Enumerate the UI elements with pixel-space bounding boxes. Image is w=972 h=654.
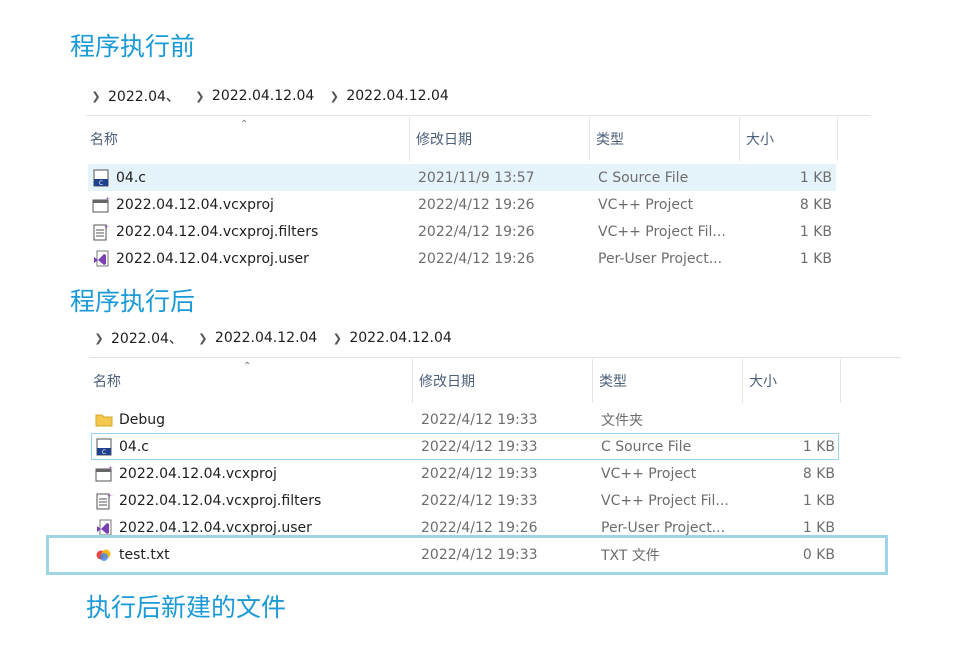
vcxproj-file-icon: ++: [92, 196, 115, 214]
file-size: 8 KB: [799, 196, 832, 213]
file-name: Debug: [119, 411, 166, 428]
column-date[interactable]: 修改日期: [410, 117, 590, 161]
visual-studio-user-file-icon: [92, 250, 110, 268]
svg-text:C: C: [99, 180, 103, 187]
breadcrumb-segment[interactable]: 2022.04.12.04: [212, 88, 314, 104]
filters-file-icon: ++: [95, 492, 117, 510]
file-type: VC++ Project Fil...: [598, 223, 726, 240]
chevron-right-icon[interactable]: ❯: [326, 90, 342, 103]
folder-icon: [95, 411, 113, 429]
divider: [86, 115, 870, 116]
svg-text:C: C: [102, 449, 106, 456]
file-date: 2021/11/9 13:57: [418, 169, 535, 186]
after-breadcrumb: ❯ 2022.04、 ❯ 2022.04.12.04 ❯ 2022.04.12.…: [91, 327, 464, 349]
file-row[interactable]: ++ 2022.04.12.04.vcxproj.filters 2022/4/12…: [91, 487, 839, 514]
column-type[interactable]: 类型: [590, 117, 740, 161]
column-date[interactable]: 修改日期: [413, 359, 593, 403]
file-type: VC++ Project: [601, 465, 697, 482]
chevron-right-icon[interactable]: ❯: [91, 332, 107, 345]
filters-file-icon: ++: [92, 223, 114, 241]
after-heading: 程序执行后: [70, 287, 196, 316]
file-name: 04.c: [119, 438, 149, 455]
file-type: VC++ Project Fil...: [601, 492, 729, 509]
visual-studio-user-file-icon: [95, 519, 113, 537]
before-heading: 程序执行前: [70, 32, 196, 61]
svg-text:++: ++: [107, 493, 113, 500]
file-date: 2022/4/12 19:33: [421, 465, 538, 482]
file-date: 2022/4/12 19:26: [418, 196, 535, 213]
file-date: 2022/4/12 19:26: [418, 223, 535, 240]
breadcrumb-segment[interactable]: 2022.04.12.04: [349, 330, 451, 346]
file-row[interactable]: C 04.c 2021/11/9 13:57 C Source File 1 KB: [88, 164, 836, 191]
file-size: 1 KB: [802, 438, 835, 455]
column-name[interactable]: 名称: [86, 117, 410, 161]
file-size: 1 KB: [799, 223, 832, 240]
breadcrumb-segment[interactable]: 2022.04.12.04: [346, 88, 448, 104]
file-name: 2022.04.12.04.vcxproj: [116, 196, 274, 213]
file-row[interactable]: C 04.c 2022/4/12 19:33 C Source File 1 KB: [91, 433, 839, 460]
file-name: 2022.04.12.04.vcxproj.user: [119, 519, 312, 536]
new-file-highlight: [46, 535, 888, 575]
column-size[interactable]: 大小: [740, 117, 838, 161]
file-type: VC++ Project: [598, 196, 694, 213]
file-type: C Source File: [598, 169, 689, 186]
c-source-file-icon: C: [95, 438, 113, 456]
new-file-annotation: 执行后新建的文件: [86, 593, 287, 622]
file-size: [751, 406, 835, 433]
file-date: 2022/4/12 19:26: [418, 250, 535, 267]
divider: [89, 357, 901, 358]
c-source-file-icon: C: [92, 169, 110, 187]
chevron-right-icon[interactable]: ❯: [88, 90, 104, 103]
file-date: 2022/4/12 19:33: [421, 411, 538, 428]
file-type: 文件夹: [601, 412, 643, 429]
file-row[interactable]: ++ 2022.04.12.04.vcxproj 2022/4/12 19:26 VC…: [88, 191, 836, 218]
chevron-right-icon[interactable]: ❯: [329, 332, 345, 345]
svg-text:++: ++: [104, 224, 110, 231]
before-breadcrumb: ❯ 2022.04、 ❯ 2022.04.12.04 ❯ 2022.04.12.…: [88, 85, 461, 107]
file-name: 2022.04.12.04.vcxproj.filters: [116, 223, 319, 240]
file-name: 2022.04.12.04.vcxproj: [119, 465, 277, 482]
chevron-right-icon[interactable]: ❯: [192, 90, 208, 103]
file-date: 2022/4/12 19:33: [421, 438, 538, 455]
file-row[interactable]: Debug 2022/4/12 19:33 文件夹: [91, 406, 839, 433]
vcxproj-file-icon: ++: [95, 465, 118, 483]
file-row[interactable]: ++ 2022.04.12.04.vcxproj 2022/4/12 19:33 VC…: [91, 460, 839, 487]
file-type: C Source File: [601, 438, 692, 455]
file-name: 2022.04.12.04.vcxproj.user: [116, 250, 309, 267]
file-date: 2022/4/12 19:33: [421, 492, 538, 509]
before-column-header: ⌃ 名称 修改日期 类型 大小: [86, 117, 838, 161]
file-size: 1 KB: [802, 492, 835, 509]
file-row[interactable]: 2022.04.12.04.vcxproj.user 2022/4/12 19:2…: [88, 245, 836, 272]
column-size[interactable]: 大小: [743, 359, 841, 403]
svg-text:++: ++: [108, 465, 113, 472]
file-size: 1 KB: [799, 169, 832, 186]
after-column-header: ⌃ 名称 修改日期 类型 大小: [89, 359, 841, 403]
file-row[interactable]: ++ 2022.04.12.04.vcxproj.filters 2022/4/12…: [88, 218, 836, 245]
chevron-right-icon[interactable]: ❯: [195, 332, 211, 345]
file-size: 8 KB: [802, 465, 835, 482]
column-type[interactable]: 类型: [593, 359, 743, 403]
breadcrumb-segment[interactable]: 2022.04、: [111, 328, 183, 348]
file-size: 1 KB: [799, 250, 832, 267]
breadcrumb-segment[interactable]: 2022.04、: [108, 86, 180, 106]
column-name[interactable]: 名称: [89, 359, 413, 403]
file-type: Per-User Project...: [598, 250, 723, 267]
file-name: 04.c: [116, 169, 146, 186]
breadcrumb-segment[interactable]: 2022.04.12.04: [215, 330, 317, 346]
svg-text:++: ++: [105, 196, 110, 203]
file-name: 2022.04.12.04.vcxproj.filters: [119, 492, 322, 509]
